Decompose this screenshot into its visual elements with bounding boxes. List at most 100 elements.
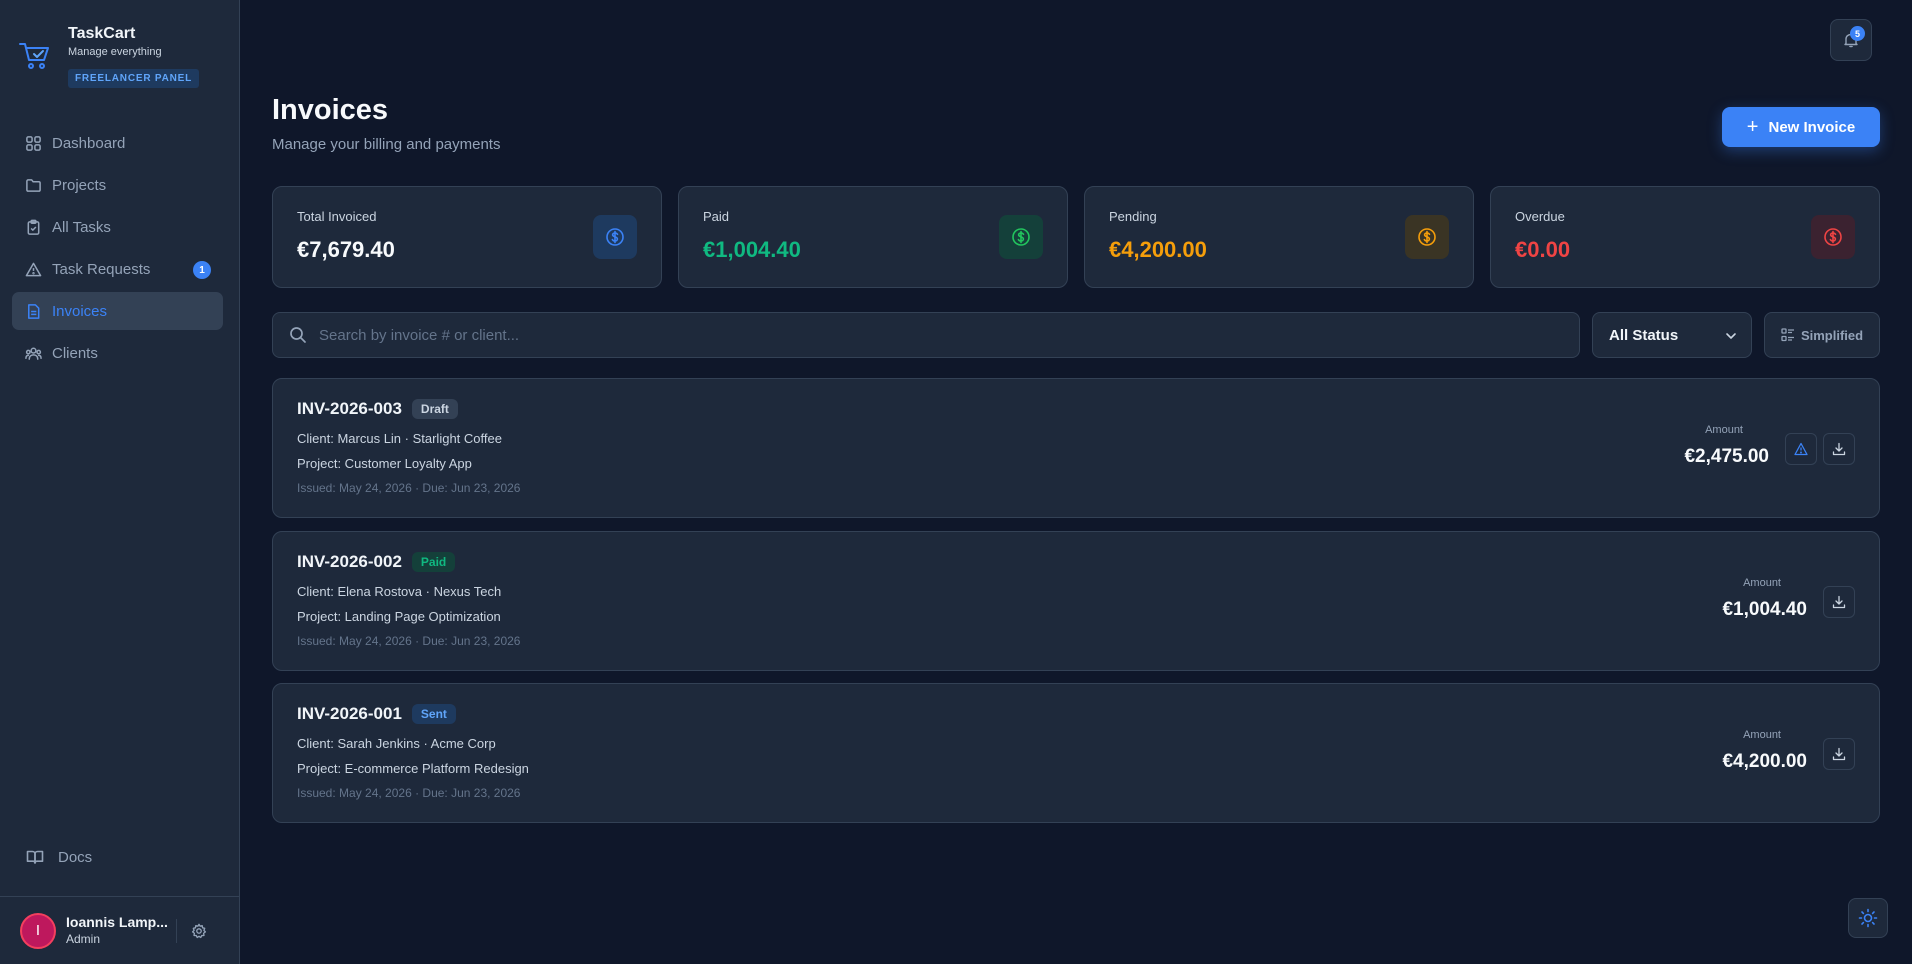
sidebar-item-label: Task Requests — [52, 260, 151, 278]
sidebar-item-label: Projects — [52, 176, 107, 194]
invoice-dates: Issued: May 24, 2026 · Due: Jun 23, 2026 — [297, 634, 521, 648]
user-name: Ioannis Lamp... — [66, 914, 168, 930]
warning-button[interactable] — [1785, 433, 1817, 465]
page-title: Invoices — [272, 94, 389, 126]
notifications-button[interactable]: 5 — [1830, 19, 1872, 61]
plus-icon: + — [1746, 116, 1759, 138]
gear-icon[interactable] — [191, 923, 207, 939]
stat-card-total-invoiced: Total Invoiced €7,679.40 — [272, 186, 662, 288]
brand[interactable]: TaskCart Manage everything FREELANCER PA… — [18, 24, 200, 88]
sidebar-item-projects[interactable]: Projects — [12, 166, 223, 204]
sidebar-nav: Dashboard Projects All Tasks Task Reques… — [12, 124, 223, 376]
invoice-client: Client: Sarah Jenkins · Acme Corp — [297, 736, 496, 751]
sidebar-item-invoices[interactable]: Invoices — [12, 292, 223, 330]
amount-label: Amount — [1705, 424, 1743, 436]
new-invoice-label: New Invoice — [1768, 118, 1856, 136]
stat-label: Paid — [703, 209, 730, 224]
sidebar-item-label: All Tasks — [52, 218, 111, 236]
amount-label: Amount — [1743, 577, 1781, 589]
invoice-dates: Issued: May 24, 2026 · Due: Jun 23, 2026 — [297, 786, 521, 800]
clipboard-icon — [27, 219, 40, 235]
sidebar-item-label: Dashboard — [52, 134, 126, 152]
page-subtitle: Manage your billing and payments — [272, 136, 501, 153]
invoice-dates: Issued: May 24, 2026 · Due: Jun 23, 2026 — [297, 481, 521, 495]
download-icon — [1832, 747, 1846, 761]
invoice-project: Project: Landing Page Optimization — [297, 609, 501, 624]
invoice-card[interactable]: INV-2026-002 Paid Client: Elena Rostova … — [272, 531, 1880, 671]
stat-label: Overdue — [1515, 209, 1565, 224]
status-badge: Sent — [411, 704, 456, 724]
task-requests-count-badge: 1 — [193, 261, 211, 279]
stat-card-pending: Pending €4,200.00 — [1084, 186, 1474, 288]
list-view-icon — [1781, 328, 1794, 342]
stat-value: €4,200.00 — [1109, 237, 1207, 262]
status-filter-value: All Status — [1609, 326, 1679, 344]
view-toggle-label: Simplified — [1800, 327, 1864, 343]
invoice-number: INV-2026-003 — [297, 399, 402, 418]
sun-icon — [1858, 908, 1878, 928]
file-icon — [28, 303, 40, 319]
simplified-view-toggle[interactable]: Simplified — [1764, 312, 1880, 358]
stat-value: €7,679.40 — [297, 237, 395, 262]
sidebar-item-clients[interactable]: Clients — [12, 334, 223, 372]
users-icon — [25, 347, 42, 360]
status-badge: Paid — [411, 552, 456, 572]
invoice-client: Client: Elena Rostova · Nexus Tech — [297, 584, 502, 599]
cart-logo-icon — [19, 43, 49, 69]
sidebar-item-label: Invoices — [52, 302, 108, 320]
divider — [176, 918, 177, 943]
dollar-icon — [1811, 215, 1855, 259]
sidebar-item-dashboard[interactable]: Dashboard — [12, 124, 223, 162]
stat-card-paid: Paid €1,004.40 — [678, 186, 1068, 288]
invoice-number: INV-2026-001 — [297, 704, 402, 723]
avatar[interactable]: I — [20, 912, 56, 949]
search-bar — [272, 312, 1580, 358]
invoice-amount: €2,475.00 — [1684, 446, 1769, 467]
status-badge: Draft — [411, 399, 458, 419]
book-icon — [26, 850, 44, 864]
docs-label: Docs — [58, 848, 93, 866]
status-filter-select[interactable]: All Status — [1592, 312, 1752, 358]
search-input[interactable] — [319, 326, 1519, 344]
stat-value: €0.00 — [1515, 237, 1571, 262]
warning-triangle-icon — [25, 262, 42, 276]
chevron-down-icon — [1726, 333, 1736, 340]
stat-label: Pending — [1109, 209, 1157, 224]
grid-icon — [26, 135, 41, 151]
brand-tagline: Manage everything — [68, 46, 162, 58]
sidebar-item-task-requests[interactable]: Task Requests 1 — [12, 250, 223, 288]
folder-icon — [26, 178, 41, 192]
invoice-amount: €1,004.40 — [1722, 599, 1807, 620]
invoice-card[interactable]: INV-2026-001 Sent Client: Sarah Jenkins … — [272, 683, 1880, 823]
sidebar-item-all-tasks[interactable]: All Tasks — [12, 208, 223, 246]
invoice-project: Project: E-commerce Platform Redesign — [297, 761, 529, 776]
theme-toggle-button[interactable] — [1848, 898, 1888, 938]
search-icon — [290, 327, 306, 343]
download-button[interactable] — [1823, 433, 1855, 465]
invoice-card[interactable]: INV-2026-003 Draft Client: Marcus Lin · … — [272, 378, 1880, 518]
stat-value: €1,004.40 — [703, 237, 801, 262]
download-icon — [1832, 595, 1846, 609]
stat-label: Total Invoiced — [297, 209, 377, 224]
notification-count-badge: 5 — [1850, 26, 1865, 41]
docs-link[interactable]: Docs — [26, 848, 92, 866]
new-invoice-button[interactable]: + New Invoice — [1722, 107, 1880, 147]
panel-badge: FREELANCER PANEL — [68, 69, 200, 88]
invoice-client: Client: Marcus Lin · Starlight Coffee — [297, 431, 502, 446]
sidebar-item-label: Clients — [52, 344, 98, 362]
invoice-project: Project: Customer Loyalty App — [297, 456, 472, 471]
sidebar: TaskCart Manage everything FREELANCER PA… — [0, 0, 240, 964]
invoice-amount: €4,200.00 — [1722, 751, 1807, 772]
stat-card-overdue: Overdue €0.00 — [1490, 186, 1880, 288]
download-button[interactable] — [1823, 586, 1855, 618]
amount-label: Amount — [1743, 729, 1781, 741]
download-icon — [1832, 442, 1846, 456]
download-button[interactable] — [1823, 738, 1855, 770]
user-role: Admin — [66, 932, 101, 946]
user-profile-bar: I Ioannis Lamp... Admin — [0, 896, 240, 964]
dollar-icon — [999, 215, 1043, 259]
dollar-icon — [1405, 215, 1449, 259]
invoice-number: INV-2026-002 — [297, 552, 402, 571]
dollar-icon — [593, 215, 637, 259]
brand-name: TaskCart — [68, 25, 136, 42]
